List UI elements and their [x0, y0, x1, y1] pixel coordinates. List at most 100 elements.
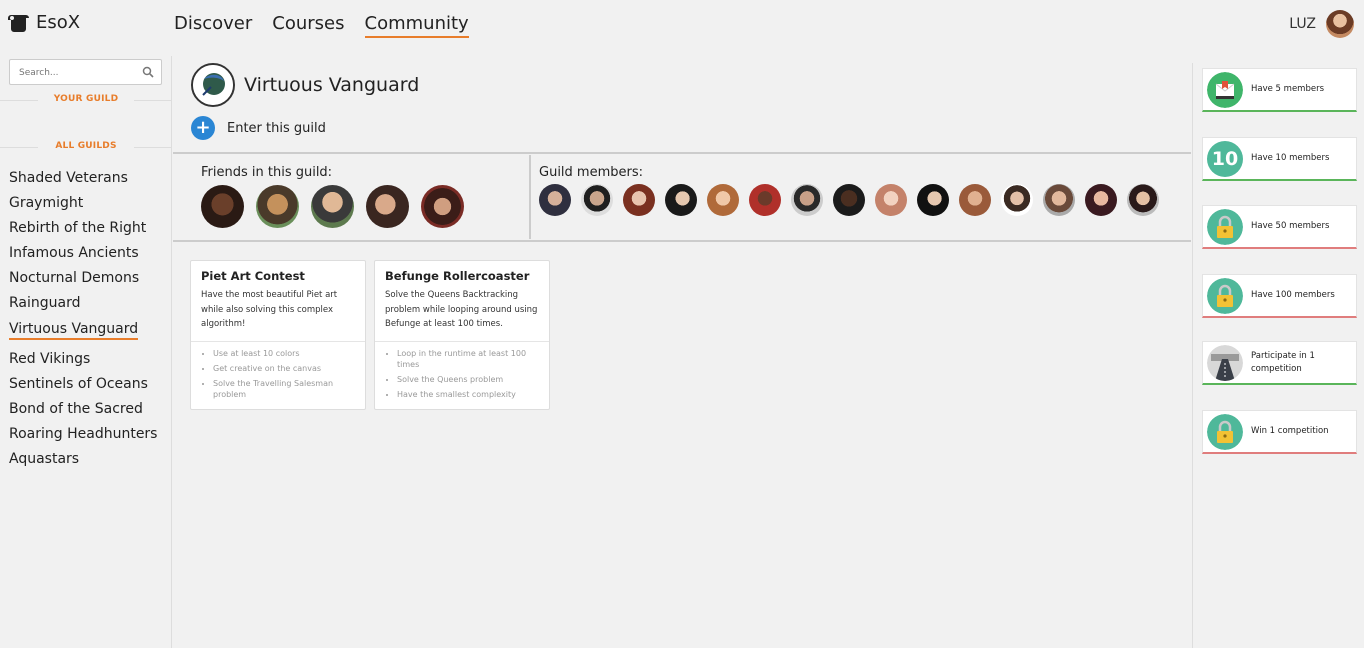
guild-item[interactable]: Rainguard: [9, 293, 157, 318]
achievement-label: Have 10 members: [1251, 153, 1330, 163]
achievement-item: 10 Have 10 members: [1202, 137, 1357, 181]
member-avatar[interactable]: [749, 184, 781, 216]
requirement-item: Solve the Travelling Salesman problem: [213, 378, 355, 400]
achievement-item: Have 100 members: [1202, 274, 1357, 318]
competition-cards: Piet Art Contest Have the most beautiful…: [190, 260, 550, 410]
card-description: Solve the Queens Backtracking problem wh…: [385, 290, 538, 329]
friend-avatar[interactable]: [201, 185, 244, 228]
member-avatar[interactable]: [833, 184, 865, 216]
achievement-item: Have 5 members: [1202, 68, 1357, 112]
card-title: Befunge Rollercoaster: [385, 269, 530, 283]
user-avatar[interactable]: [1326, 10, 1354, 38]
guild-item[interactable]: Rebirth of the Right: [9, 218, 157, 243]
achievement-label: Have 100 members: [1251, 290, 1335, 300]
member-avatar[interactable]: [665, 184, 697, 216]
achievement-item: Win 1 competition: [1202, 410, 1357, 454]
plus-icon[interactable]: +: [191, 116, 215, 140]
card-body: Piet Art Contest Have the most beautiful…: [191, 261, 365, 342]
requirement-item: Have the smallest complexity: [397, 389, 539, 400]
guild-item[interactable]: Bond of the Sacred: [9, 399, 157, 424]
guild-item[interactable]: Sentinels of Oceans: [9, 374, 157, 399]
achievement-label: Win 1 competition: [1251, 426, 1329, 436]
guild-title: Virtuous Vanguard: [244, 74, 420, 96]
main-nav: Discover Courses Community: [174, 13, 469, 38]
nav-courses[interactable]: Courses: [272, 13, 344, 38]
members-list: [539, 184, 1159, 216]
member-avatar[interactable]: [581, 184, 613, 216]
member-avatar[interactable]: [1043, 184, 1075, 216]
requirement-item: Loop in the runtime at least 100 times: [397, 348, 539, 370]
divider: [173, 152, 1191, 154]
requirement-list: Use at least 10 colors Get creative on t…: [191, 342, 365, 400]
search-input[interactable]: [10, 61, 135, 85]
friend-avatar[interactable]: [256, 185, 299, 228]
member-avatar[interactable]: [1001, 184, 1033, 216]
requirement-list: Loop in the runtime at least 100 times S…: [375, 342, 549, 400]
app-logo[interactable]: EsoX: [8, 12, 80, 33]
friend-avatar[interactable]: [421, 185, 464, 228]
guild-emblem: [191, 63, 235, 107]
member-avatar[interactable]: [917, 184, 949, 216]
lock-icon: [1207, 277, 1243, 314]
top-bar: EsoX Discover Courses Community LUZ: [0, 0, 1364, 56]
achievement-item: Participate in 1 competition: [1202, 341, 1357, 385]
guild-item[interactable]: Aquastars: [9, 449, 157, 474]
achievement-item: Have 50 members: [1202, 205, 1357, 249]
requirement-item: Use at least 10 colors: [213, 348, 355, 359]
mail-icon: [1207, 71, 1243, 108]
guild-list: Shaded Veterans Graymight Rebirth of the…: [9, 168, 157, 474]
card-body: Befunge Rollercoaster Solve the Queens B…: [375, 261, 549, 342]
competition-card[interactable]: Befunge Rollercoaster Solve the Queens B…: [374, 260, 550, 410]
guild-item[interactable]: Graymight: [9, 193, 157, 218]
guild-item-active[interactable]: Virtuous Vanguard: [9, 319, 139, 340]
ten-badge-icon: 10: [1207, 140, 1243, 177]
member-avatar[interactable]: [539, 184, 571, 216]
nav-discover[interactable]: Discover: [174, 13, 252, 38]
lock-icon: [1207, 208, 1243, 245]
guild-item[interactable]: Roaring Headhunters: [9, 424, 157, 449]
app-name: EsoX: [36, 12, 81, 33]
member-avatar[interactable]: [959, 184, 991, 216]
achievement-label: Have 5 members: [1251, 84, 1325, 94]
friends-label: Friends in this guild:: [201, 165, 333, 180]
guild-item[interactable]: Infamous Ancients: [9, 243, 157, 268]
divider: [173, 240, 1191, 242]
guild-item[interactable]: Red Vikings: [9, 349, 157, 374]
achievement-label: Participate in 1 competition: [1251, 350, 1315, 374]
competition-card[interactable]: Piet Art Contest Have the most beautiful…: [190, 260, 366, 410]
lock-icon: [1207, 413, 1243, 450]
enter-guild-label[interactable]: Enter this guild: [227, 121, 326, 136]
member-avatar[interactable]: [791, 184, 823, 216]
member-avatar[interactable]: [707, 184, 739, 216]
members-label: Guild members:: [539, 165, 643, 180]
member-avatar[interactable]: [875, 184, 907, 216]
card-title: Piet Art Contest: [201, 269, 305, 283]
member-avatar[interactable]: [623, 184, 655, 216]
guild-item[interactable]: Shaded Veterans: [9, 168, 157, 193]
friends-list: [201, 185, 464, 228]
friend-avatar[interactable]: [311, 185, 354, 228]
member-avatar[interactable]: [1127, 184, 1159, 216]
guild-main: Virtuous Vanguard + Enter this guild Fri…: [173, 63, 1191, 648]
guild-sidebar: YOUR GUILD ALL GUILDS Shaded Veterans Gr…: [0, 56, 172, 648]
search-box[interactable]: [9, 59, 162, 85]
guild-emblem-image: [193, 65, 233, 105]
search-icon[interactable]: [142, 66, 154, 78]
all-guilds-heading: ALL GUILDS: [0, 141, 172, 151]
your-guild-heading: YOUR GUILD: [0, 94, 172, 104]
user-menu[interactable]: LUZ: [1289, 10, 1354, 38]
road-icon: [1207, 344, 1243, 381]
guild-item[interactable]: Nocturnal Demons: [9, 268, 157, 293]
scroll-logo-icon: [8, 14, 29, 32]
nav-community[interactable]: Community: [364, 13, 469, 38]
requirement-item: Solve the Queens problem: [397, 374, 539, 385]
enter-guild-button[interactable]: + Enter this guild: [191, 116, 326, 140]
friend-avatar[interactable]: [366, 185, 409, 228]
column-divider: [529, 155, 531, 239]
member-avatar[interactable]: [1085, 184, 1117, 216]
achievement-label: Have 50 members: [1251, 221, 1330, 231]
card-description: Have the most beautiful Piet art while a…: [201, 290, 338, 329]
achievements-panel: Have 5 members 10 Have 10 members Have 5…: [1192, 63, 1364, 648]
requirement-item: Get creative on the canvas: [213, 363, 355, 374]
user-name: LUZ: [1289, 16, 1316, 32]
